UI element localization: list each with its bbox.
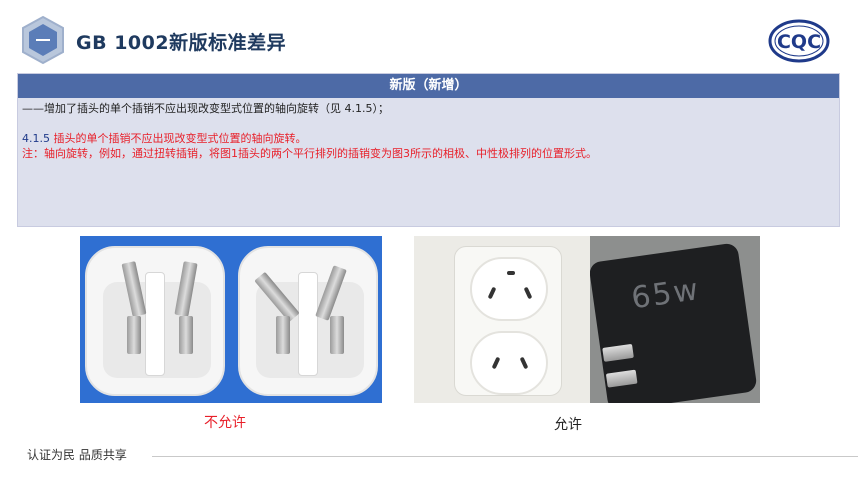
socket-plate — [454, 246, 562, 396]
svg-text:CQC: CQC — [777, 31, 821, 53]
clause-text: 插头的单个插销不应出现改变型式位置的轴向旋转。 — [50, 132, 307, 145]
panel-note: 注：轴向旋转，例如，通过扭转插销，将图1插头的两个平行排列的插销变为图3所示的相… — [22, 147, 597, 160]
page-title: GB 1002新版标准差异 — [76, 32, 287, 54]
panel-clause-line: 4.1.5 插头的单个插销不应出现改变型式位置的轴向旋转。 — [18, 131, 839, 146]
clause-number: 4.1.5 — [22, 132, 50, 145]
panel-heading: 新版（新增） — [18, 74, 839, 98]
header-logo-icon — [20, 15, 66, 65]
photo-charger: 65w — [590, 236, 760, 403]
plug-image-2 — [238, 246, 378, 396]
photo-not-allowed — [80, 236, 382, 403]
content-panel: 新版（新增） ——增加了插头的单个插销不应出现改变型式位置的轴向旋转（见 4.1… — [17, 73, 840, 227]
panel-line-added: ——增加了插头的单个插销不应出现改变型式位置的轴向旋转（见 4.1.5）； — [22, 102, 389, 115]
footer-divider — [152, 456, 858, 457]
outlet-lower — [470, 331, 548, 395]
footer-slogan: 认证为民 品质共享 — [27, 448, 127, 462]
charger-image: 65w — [590, 242, 758, 403]
photo-socket — [414, 236, 592, 403]
caption-allowed: 允许 — [554, 417, 582, 433]
caption-not-allowed: 不允许 — [204, 415, 246, 431]
plug-image-1 — [85, 246, 225, 396]
charger-label: 65w — [629, 272, 703, 317]
cqc-logo: CQC — [768, 19, 830, 63]
outlet-upper — [470, 257, 548, 321]
